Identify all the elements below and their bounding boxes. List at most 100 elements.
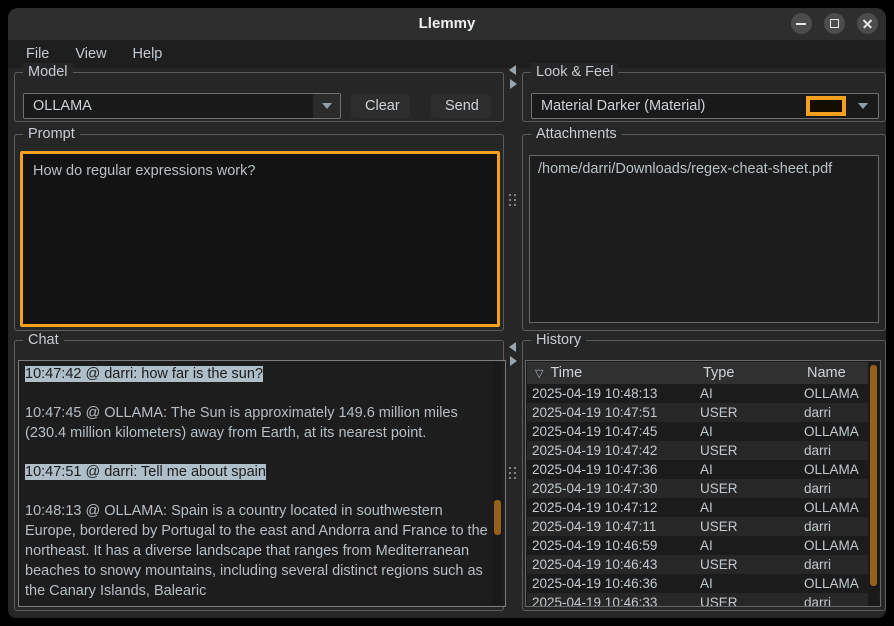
history-row[interactable]: 2025-04-19 10:47:11 USER darri <box>527 517 868 536</box>
chevron-down-icon <box>322 103 332 109</box>
theme-color-swatch <box>806 96 846 116</box>
sort-descending-icon: ▽ <box>535 367 543 380</box>
history-header-time[interactable]: ▽ Time <box>527 365 695 381</box>
history-cell-time: 2025-04-19 10:47:51 <box>527 405 695 420</box>
clear-button[interactable]: Clear <box>351 94 410 118</box>
splitter-collapse-right-icon[interactable] <box>510 79 517 89</box>
prompt-group: Prompt How do regular expressions work? <box>14 134 504 331</box>
window-title: Llemmy <box>8 8 886 40</box>
history-row[interactable]: 2025-04-19 10:46:33 USER darri <box>527 593 868 606</box>
history-scrollbar-thumb[interactable] <box>870 365 877 586</box>
splitter-handle-icon[interactable] <box>509 194 517 210</box>
splitter-collapse-left-icon[interactable] <box>509 65 516 75</box>
splitter-collapse-left-icon[interactable] <box>509 342 516 352</box>
history-row[interactable]: 2025-04-19 10:47:45 AI OLLAMA <box>527 422 868 441</box>
history-cell-name: OLLAMA <box>799 424 868 439</box>
history-header-name[interactable]: Name <box>799 365 868 381</box>
titlebar[interactable]: Llemmy <box>8 8 886 40</box>
look-and-feel-select[interactable]: Material Darker (Material) <box>531 93 879 119</box>
history-cell-time: 2025-04-19 10:47:36 <box>527 462 695 477</box>
look-and-feel-selected-value: Material Darker (Material) <box>532 98 806 114</box>
history-table: ▽ Time Type Name 2025-04-19 10:48:13 AI … <box>525 360 881 607</box>
chat-scrollbar[interactable] <box>493 362 502 605</box>
send-button[interactable]: Send <box>431 94 491 118</box>
chat-scrollbar-thumb[interactable] <box>494 500 501 535</box>
prompt-textarea[interactable]: How do regular expressions work? <box>20 151 500 327</box>
window-controls <box>791 13 878 34</box>
history-row[interactable]: 2025-04-19 10:46:43 USER darri <box>527 555 868 574</box>
history-header-type[interactable]: Type <box>695 365 799 381</box>
history-cell-time: 2025-04-19 10:47:11 <box>527 519 695 534</box>
chat-message: 10:47:51 @ darri: Tell me about spain <box>25 462 491 482</box>
history-cell-name: darri <box>799 519 868 534</box>
history-cell-time: 2025-04-19 10:47:42 <box>527 443 695 458</box>
history-cell-type: AI <box>695 538 799 553</box>
history-cell-type: USER <box>695 519 799 534</box>
splitter-handle-icon[interactable] <box>509 467 517 483</box>
history-cell-name: OLLAMA <box>799 462 868 477</box>
history-cell-type: AI <box>695 500 799 515</box>
chat-log[interactable]: 10:47:42 @ darri: how far is the sun? 10:… <box>18 360 506 607</box>
history-cell-name: OLLAMA <box>799 538 868 553</box>
look-and-feel-group-label: Look & Feel <box>531 63 618 82</box>
history-row[interactable]: 2025-04-19 10:47:12 AI OLLAMA <box>527 498 868 517</box>
minimize-button[interactable] <box>791 13 812 34</box>
history-cell-type: AI <box>695 386 799 401</box>
look-and-feel-group: Look & Feel Material Darker (Material) <box>522 72 886 122</box>
history-group-label: History <box>531 331 586 350</box>
history-row[interactable]: 2025-04-19 10:47:51 USER darri <box>527 403 868 422</box>
history-cell-name: darri <box>799 443 868 458</box>
history-cell-time: 2025-04-19 10:46:33 <box>527 595 695 606</box>
history-cell-type: USER <box>695 443 799 458</box>
prompt-group-label: Prompt <box>23 125 80 144</box>
history-rows: 2025-04-19 10:48:13 AI OLLAMA 2025-04-19… <box>527 384 868 606</box>
history-cell-name: OLLAMA <box>799 386 868 401</box>
history-row[interactable]: 2025-04-19 10:47:30 USER darri <box>527 479 868 498</box>
history-cell-name: darri <box>799 557 868 572</box>
history-row[interactable]: 2025-04-19 10:46:36 AI OLLAMA <box>527 574 868 593</box>
close-button[interactable] <box>857 13 878 34</box>
attachments-list[interactable]: /home/darri/Downloads/regex-cheat-sheet.… <box>529 155 879 323</box>
history-cell-name: darri <box>799 481 868 496</box>
history-scrollbar[interactable] <box>869 362 878 605</box>
history-cell-time: 2025-04-19 10:47:30 <box>527 481 695 496</box>
menu-item[interactable]: File <box>16 43 59 65</box>
history-cell-type: USER <box>695 481 799 496</box>
app-window: Llemmy File View Help Model OLLAMA Clear S… <box>8 8 886 618</box>
attachments-group-label: Attachments <box>531 125 622 144</box>
history-cell-time: 2025-04-19 10:48:13 <box>527 386 695 401</box>
history-cell-time: 2025-04-19 10:46:59 <box>527 538 695 553</box>
maximize-button[interactable] <box>824 13 845 34</box>
minimize-icon <box>796 23 806 25</box>
history-cell-type: USER <box>695 557 799 572</box>
history-group: History ▽ Time Type Name 2025-04-19 10:4… <box>522 340 886 611</box>
model-select[interactable]: OLLAMA <box>23 93 341 119</box>
history-cell-time: 2025-04-19 10:47:45 <box>527 424 695 439</box>
history-cell-type: AI <box>695 576 799 591</box>
history-row[interactable]: 2025-04-19 10:48:13 AI OLLAMA <box>527 384 868 403</box>
menu-item[interactable]: Help <box>123 43 173 65</box>
chat-message: 10:48:13 @ OLLAMA: Spain is a country lo… <box>25 501 491 601</box>
history-cell-type: USER <box>695 595 799 606</box>
attachment-item[interactable]: /home/darri/Downloads/regex-cheat-sheet.… <box>530 156 878 182</box>
history-row[interactable]: 2025-04-19 10:47:36 AI OLLAMA <box>527 460 868 479</box>
history-cell-time: 2025-04-19 10:46:43 <box>527 557 695 572</box>
chat-group: Chat 10:47:42 @ darri: how far is the su… <box>14 340 504 611</box>
attachments-group: Attachments /home/darri/Downloads/regex-… <box>522 134 886 331</box>
model-group: Model OLLAMA Clear Send <box>14 72 504 122</box>
history-cell-name: OLLAMA <box>799 576 868 591</box>
history-cell-type: USER <box>695 405 799 420</box>
history-row[interactable]: 2025-04-19 10:46:59 AI OLLAMA <box>527 536 868 555</box>
chat-message: 10:47:42 @ darri: how far is the sun? <box>25 364 491 384</box>
chat-group-label: Chat <box>23 331 64 350</box>
splitter-collapse-right-icon[interactable] <box>510 356 517 366</box>
history-cell-time: 2025-04-19 10:46:36 <box>527 576 695 591</box>
history-cell-time: 2025-04-19 10:47:12 <box>527 500 695 515</box>
history-row[interactable]: 2025-04-19 10:47:42 USER darri <box>527 441 868 460</box>
history-cell-type: AI <box>695 462 799 477</box>
menubar: File View Help <box>8 40 886 68</box>
history-table-header: ▽ Time Type Name <box>527 362 868 384</box>
chat-message: 10:47:45 @ OLLAMA: The Sun is approximat… <box>25 403 491 443</box>
menu-item[interactable]: View <box>65 43 116 65</box>
maximize-icon <box>830 19 839 28</box>
